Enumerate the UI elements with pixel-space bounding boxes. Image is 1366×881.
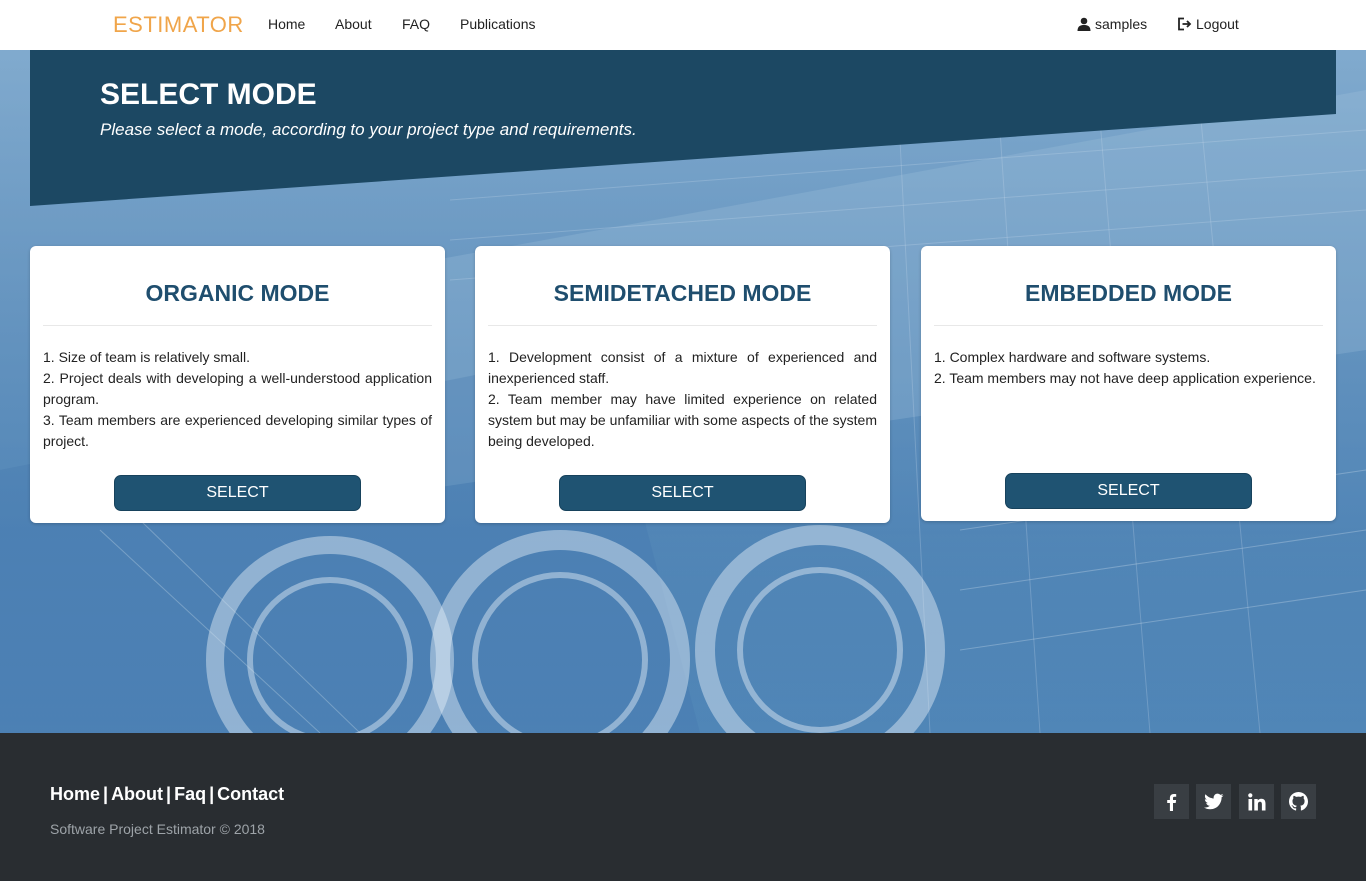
description-line: 2. Team member may have limited experien…: [488, 391, 877, 449]
description-line: 2. Project deals with developing a well-…: [43, 370, 432, 407]
card-title: EMBEDDED MODE: [1024, 280, 1232, 306]
nav-publications[interactable]: Publications: [460, 16, 536, 32]
card-description: 1. Complex hardware and software systems…: [921, 326, 1336, 389]
footer-link-faq[interactable]: Faq: [174, 784, 206, 804]
footer-separator: |: [209, 784, 215, 804]
description-line: 3. Team members are experienced developi…: [43, 412, 432, 449]
copyright-text: Software Project Estimator © 2018: [50, 821, 265, 837]
card-title: SEMIDETACHED MODE: [553, 280, 812, 306]
footer-link-contact[interactable]: Contact: [217, 784, 284, 804]
user-name: samples: [1095, 16, 1148, 32]
select-semidetached-button[interactable]: SELECT: [559, 475, 806, 511]
card-description: 1. Size of team is relatively small. 2. …: [30, 326, 445, 452]
card-description: 1. Development consist of a mixture of e…: [475, 326, 890, 452]
description-line: 1. Development consist of a mixture of e…: [488, 349, 877, 386]
description-line: 1. Size of team is relatively small.: [43, 349, 250, 365]
logout-label: Logout: [1196, 16, 1239, 32]
embedded-mode-card: EMBEDDED MODE 1. Complex hardware and so…: [921, 246, 1336, 521]
facebook-button[interactable]: [1154, 784, 1189, 819]
organic-mode-card: ORGANIC MODE 1. Size of team is relative…: [30, 246, 445, 523]
description-line: 2. Team members may not have deep applic…: [934, 370, 1316, 386]
footer-links: Home | About | Faq | Contact: [50, 784, 284, 805]
nav-home[interactable]: Home: [268, 16, 305, 32]
facebook-icon: [1166, 793, 1176, 811]
page-subtitle: Please select a mode, according to your …: [100, 120, 637, 139]
user-icon: [1077, 17, 1091, 31]
nav-faq[interactable]: FAQ: [402, 16, 430, 32]
footer-separator: |: [103, 784, 109, 804]
linkedin-icon: [1247, 792, 1265, 810]
twitter-button[interactable]: [1196, 784, 1231, 819]
card-title: ORGANIC MODE: [145, 280, 330, 306]
logout-icon: [1178, 17, 1192, 31]
github-button[interactable]: [1281, 784, 1316, 819]
description-line: 1. Complex hardware and software systems…: [934, 349, 1211, 365]
footer-link-about[interactable]: About: [111, 784, 163, 804]
footer-separator: |: [166, 784, 172, 804]
user-menu[interactable]: samples: [1077, 16, 1147, 32]
page-title: SELECT MODE: [100, 78, 317, 111]
nav-about[interactable]: About: [335, 16, 372, 32]
semidetached-mode-card: SEMIDETACHED MODE 1. Development consist…: [475, 246, 890, 523]
footer-link-home[interactable]: Home: [50, 784, 100, 804]
select-embedded-button[interactable]: SELECT: [1005, 473, 1252, 509]
twitter-icon: [1203, 793, 1223, 809]
github-icon: [1289, 792, 1308, 811]
select-organic-button[interactable]: SELECT: [114, 475, 361, 511]
linkedin-button[interactable]: [1239, 784, 1274, 819]
top-navbar: ESTIMATOR Home About FAQ Publications sa…: [0, 0, 1366, 50]
footer: Home | About | Faq | Contact Software Project …: [0, 733, 1366, 881]
logout-link[interactable]: Logout: [1177, 16, 1239, 32]
brand-logo[interactable]: ESTIMATOR: [113, 12, 244, 38]
